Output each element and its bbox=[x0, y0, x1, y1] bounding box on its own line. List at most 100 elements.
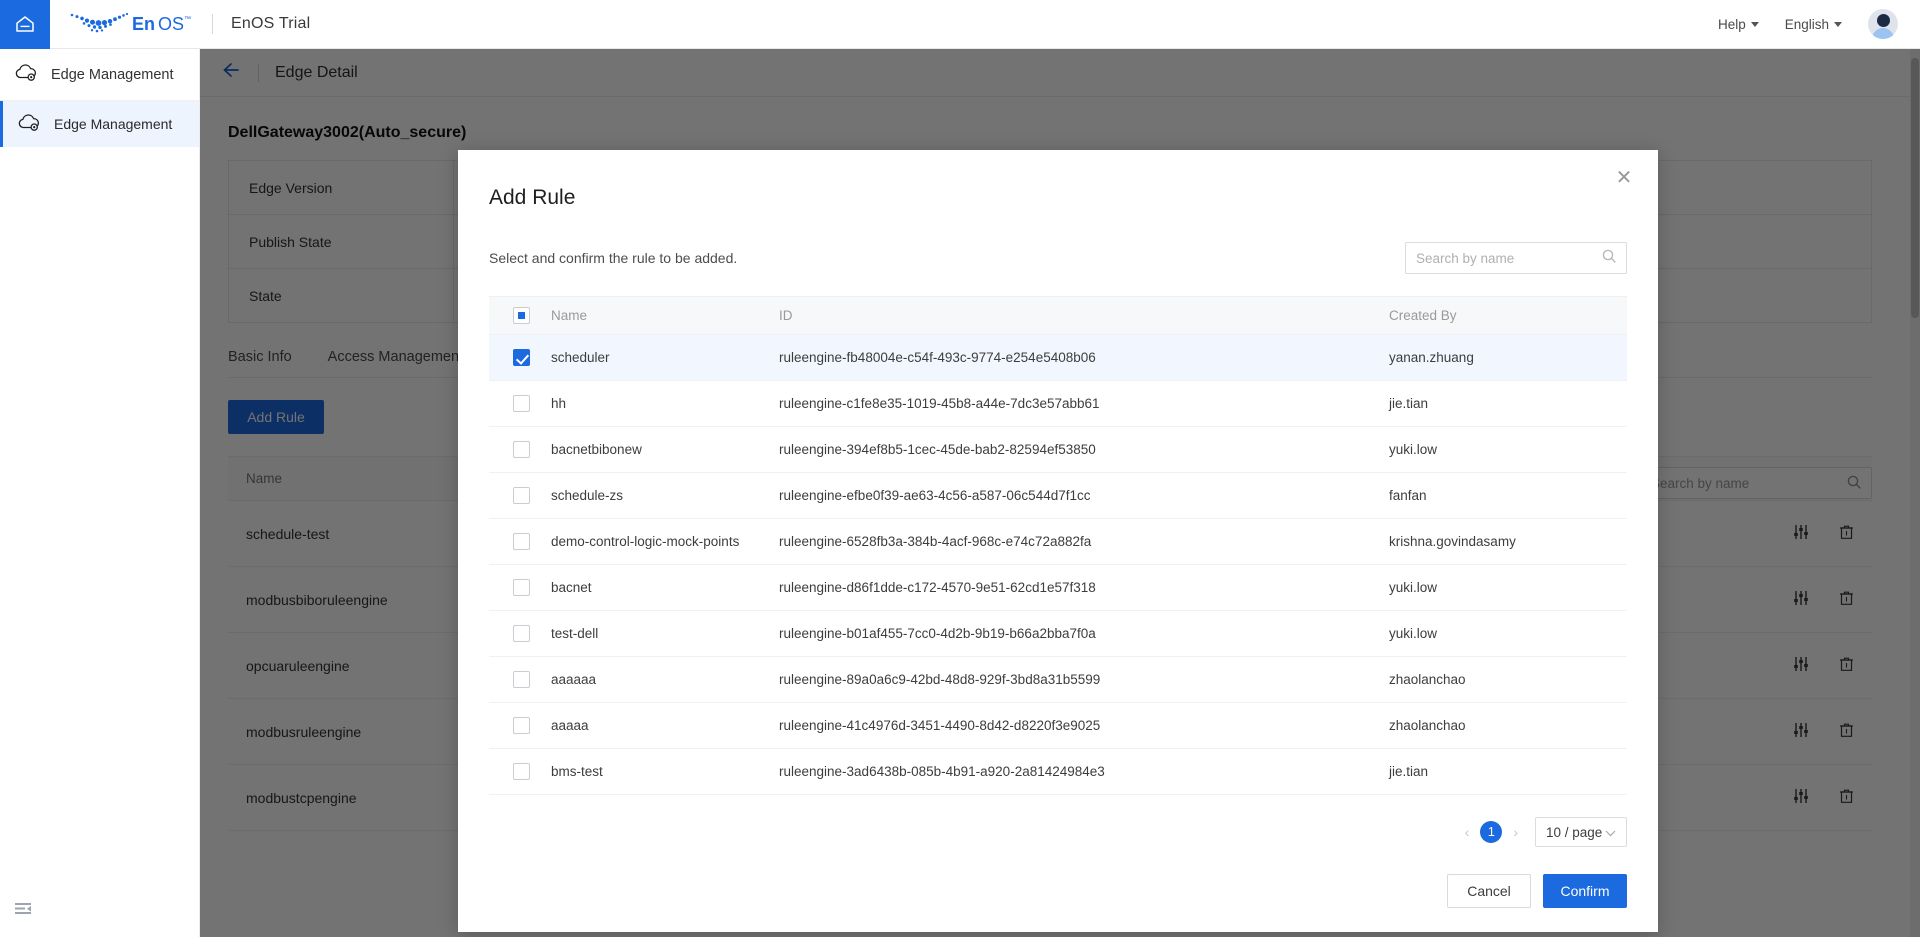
trash-delete-icon[interactable] bbox=[1839, 789, 1854, 807]
search-input-field[interactable] bbox=[1416, 250, 1602, 266]
rule-created-by: jie.tian bbox=[1389, 380, 1627, 427]
row-checkbox[interactable] bbox=[513, 533, 530, 550]
row-checkbox[interactable] bbox=[513, 441, 530, 458]
col-name: Name bbox=[551, 296, 779, 335]
page-size-select[interactable]: 10 / page bbox=[1535, 817, 1627, 847]
sidebar-header-label: Edge Management bbox=[51, 66, 174, 83]
sidebar-header[interactable]: Edge Management bbox=[0, 49, 199, 101]
row-select-cell[interactable] bbox=[489, 426, 551, 473]
chevron-left-icon[interactable]: ‹ bbox=[1465, 824, 1470, 840]
rule-id: ruleengine-d86f1dde-c172-4570-9e51-62cd1… bbox=[779, 564, 1389, 611]
chevron-down-icon bbox=[1605, 825, 1616, 840]
row-select-cell[interactable] bbox=[489, 656, 551, 703]
rule-name: aaaaa bbox=[551, 702, 779, 749]
tab-basic-info[interactable]: Basic Info bbox=[228, 349, 292, 377]
row-select-cell[interactable] bbox=[489, 334, 551, 381]
help-menu[interactable]: Help bbox=[1718, 17, 1759, 32]
rules-table-head: Name ID Created By bbox=[489, 296, 1627, 335]
brand-divider bbox=[212, 14, 213, 34]
app-title: EnOS Trial bbox=[231, 15, 311, 32]
table-row[interactable]: bacnet ruleengine-d86f1dde-c172-4570-9e5… bbox=[489, 564, 1627, 611]
svg-text:™: ™ bbox=[184, 16, 191, 23]
table-row[interactable]: test-dell ruleengine-b01af455-7cc0-4d2b-… bbox=[489, 610, 1627, 657]
avatar-head bbox=[1876, 14, 1890, 27]
table-row[interactable]: scheduler ruleengine-fb48004e-c54f-493c-… bbox=[489, 334, 1627, 381]
row-checkbox[interactable] bbox=[513, 579, 530, 596]
svg-text:OS: OS bbox=[158, 14, 184, 34]
detail-header: Edge Detail bbox=[200, 49, 1920, 97]
table-row[interactable]: aaaaaa ruleengine-89a0a6c9-42bd-48d8-929… bbox=[489, 656, 1627, 703]
top-bar: En OS ™ EnOS Trial Help English bbox=[0, 0, 1920, 49]
collapse-sidebar-icon[interactable] bbox=[14, 902, 34, 923]
cancel-button[interactable]: Cancel bbox=[1447, 874, 1531, 908]
row-select-cell[interactable] bbox=[489, 380, 551, 427]
row-select-cell[interactable] bbox=[489, 472, 551, 519]
search-icon[interactable] bbox=[1602, 249, 1616, 268]
table-row[interactable]: schedule-zs ruleengine-efbe0f39-ae63-4c5… bbox=[489, 472, 1627, 519]
back-arrow-icon[interactable] bbox=[222, 62, 242, 83]
rule-created-by: yuki.low bbox=[1389, 564, 1627, 611]
rules-selection-table: Name ID Created By scheduler ruleengine-… bbox=[489, 296, 1627, 795]
trash-delete-icon[interactable] bbox=[1839, 657, 1854, 675]
add-rule-button[interactable]: Add Rule bbox=[228, 400, 324, 434]
modal-footer: Cancel Confirm bbox=[1447, 874, 1627, 908]
trash-delete-icon[interactable] bbox=[1839, 723, 1854, 741]
sliders-config-icon[interactable] bbox=[1793, 591, 1809, 609]
close-icon[interactable]: ✕ bbox=[1612, 166, 1636, 190]
rule-name: bacnetbibonew bbox=[551, 426, 779, 473]
row-select-cell[interactable] bbox=[489, 518, 551, 565]
sliders-config-icon[interactable] bbox=[1793, 789, 1809, 807]
table-row[interactable]: bms-test ruleengine-3ad6438b-085b-4b91-a… bbox=[489, 748, 1627, 795]
rule-id: ruleengine-394ef8b5-1cec-45de-bab2-82594… bbox=[779, 426, 1389, 473]
confirm-button[interactable]: Confirm bbox=[1543, 874, 1627, 908]
sliders-config-icon[interactable] bbox=[1793, 525, 1809, 543]
search-input[interactable] bbox=[1405, 242, 1627, 274]
table-row[interactable]: bacnetbibonew ruleengine-394ef8b5-1cec-4… bbox=[489, 426, 1627, 473]
row-checkbox[interactable] bbox=[513, 349, 530, 366]
trash-delete-icon[interactable] bbox=[1839, 591, 1854, 609]
rule-name: demo-control-logic-mock-points bbox=[551, 518, 779, 565]
edge-cloud-icon bbox=[14, 62, 38, 87]
page-number-1[interactable]: 1 bbox=[1480, 821, 1503, 843]
info-label: Edge Version bbox=[228, 160, 454, 215]
search-icon[interactable] bbox=[1847, 475, 1861, 492]
enos-logo-icon: En OS ™ bbox=[66, 11, 194, 37]
background-search-input[interactable]: Search by name bbox=[1640, 467, 1872, 499]
row-select-cell[interactable] bbox=[489, 748, 551, 795]
rule-id: ruleengine-41c4976d-3451-4490-8d42-d8220… bbox=[779, 702, 1389, 749]
row-checkbox[interactable] bbox=[513, 395, 530, 412]
table-row[interactable]: demo-control-logic-mock-points ruleengin… bbox=[489, 518, 1627, 565]
top-bar-right: Help English bbox=[1718, 9, 1920, 39]
search-placeholder: Search by name bbox=[1651, 475, 1750, 491]
row-select-cell[interactable] bbox=[489, 702, 551, 749]
rule-id: ruleengine-b01af455-7cc0-4d2b-9b19-b66a2… bbox=[779, 610, 1389, 657]
page-scrollbar-thumb[interactable] bbox=[1911, 58, 1919, 318]
rule-id: ruleengine-3ad6438b-085b-4b91-a920-2a814… bbox=[779, 748, 1389, 795]
sliders-config-icon[interactable] bbox=[1793, 657, 1809, 675]
info-label: State bbox=[228, 268, 454, 323]
select-all-checkbox[interactable] bbox=[513, 307, 530, 324]
sidebar-item-edge-management[interactable]: Edge Management bbox=[0, 101, 199, 147]
row-checkbox[interactable] bbox=[513, 625, 530, 642]
rule-created-by: zhaolanchao bbox=[1389, 656, 1627, 703]
header-divider bbox=[258, 63, 259, 82]
language-menu[interactable]: English bbox=[1785, 17, 1842, 32]
sliders-config-icon[interactable] bbox=[1793, 723, 1809, 741]
modal-title: Add Rule bbox=[489, 186, 576, 209]
row-checkbox[interactable] bbox=[513, 671, 530, 688]
home-icon[interactable] bbox=[0, 0, 50, 49]
row-checkbox[interactable] bbox=[513, 717, 530, 734]
chevron-right-icon[interactable]: › bbox=[1513, 824, 1518, 840]
row-select-cell[interactable] bbox=[489, 610, 551, 657]
tab-access-management[interactable]: Access Management bbox=[328, 349, 463, 377]
trash-delete-icon[interactable] bbox=[1839, 525, 1854, 543]
row-select-cell[interactable] bbox=[489, 564, 551, 611]
row-checkbox[interactable] bbox=[513, 487, 530, 504]
avatar[interactable] bbox=[1868, 9, 1898, 39]
brand: En OS ™ EnOS Trial bbox=[66, 11, 310, 37]
modal-subtitle-row: Select and confirm the rule to be added. bbox=[458, 242, 1658, 274]
table-row[interactable]: hh ruleengine-c1fe8e35-1019-45b8-a44e-7d… bbox=[489, 380, 1627, 427]
rule-name: schedule-zs bbox=[551, 472, 779, 519]
row-checkbox[interactable] bbox=[513, 763, 530, 780]
table-row[interactable]: aaaaa ruleengine-41c4976d-3451-4490-8d42… bbox=[489, 702, 1627, 749]
